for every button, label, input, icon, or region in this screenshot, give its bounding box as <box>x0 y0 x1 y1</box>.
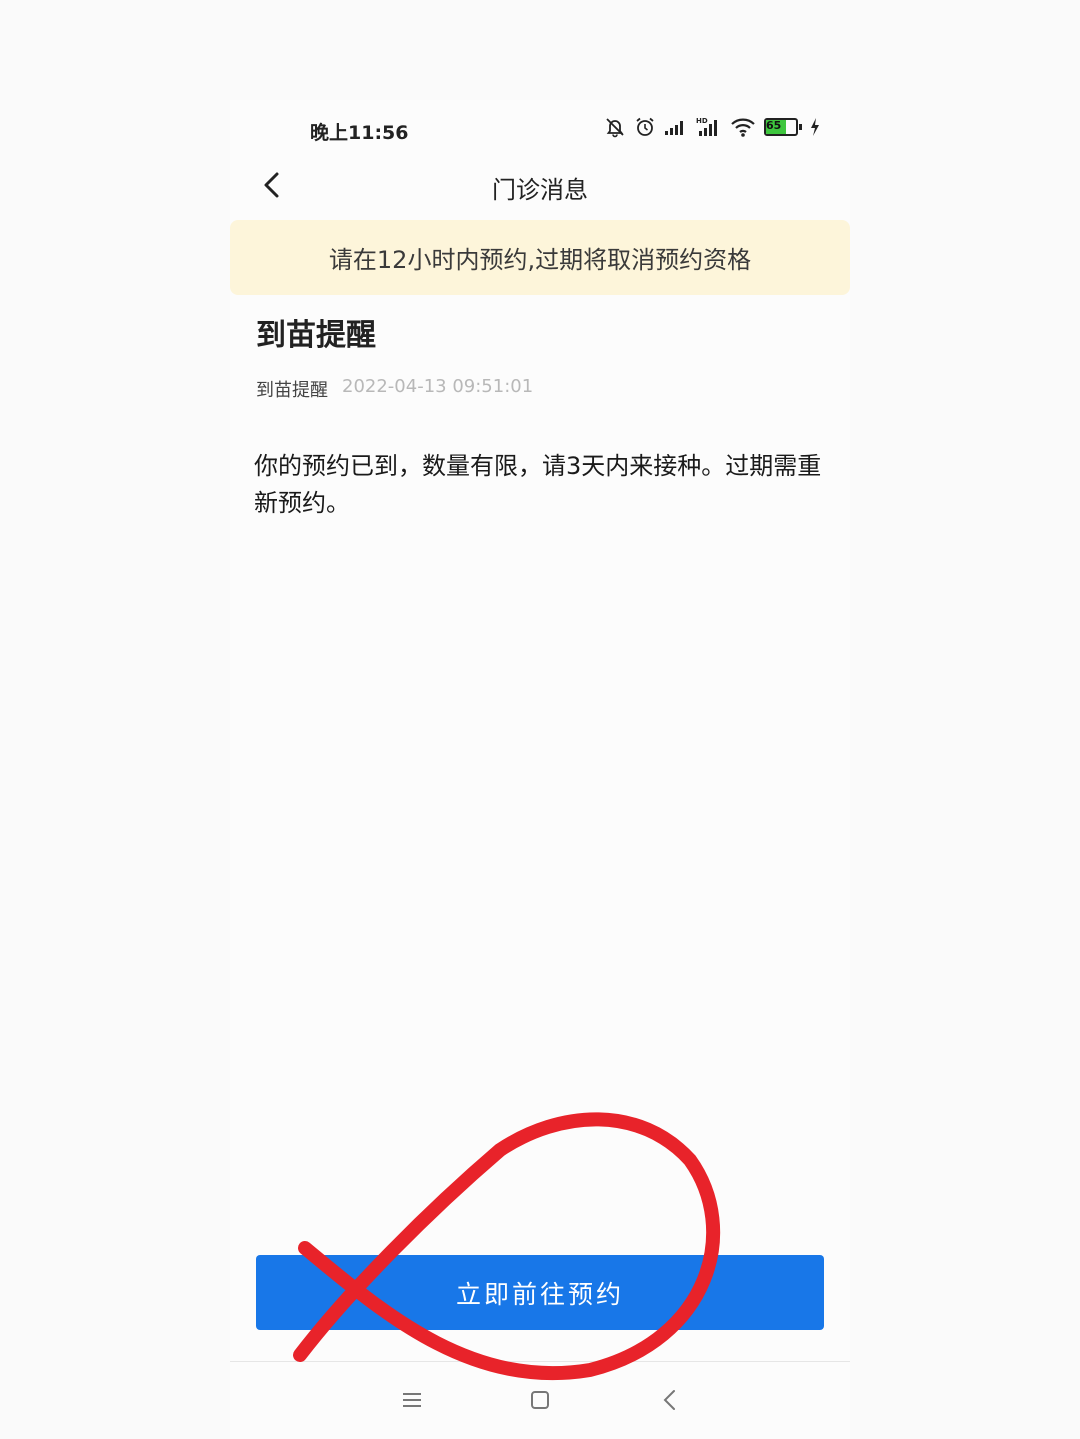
back-arrow-icon <box>663 1390 675 1410</box>
bell-off-icon <box>604 116 626 138</box>
wifi-icon <box>730 116 756 138</box>
alarm-icon <box>634 116 656 138</box>
system-nav-bar <box>230 1380 850 1420</box>
message-body: 你的预约已到，数量有限，请3天内来接种。过期需重新预约。 <box>254 452 822 517</box>
notice-banner: 请在12小时内预约,过期将取消预约资格 <box>230 220 850 295</box>
charging-icon <box>810 118 820 136</box>
status-time: 晚上11:56 <box>310 122 409 144</box>
signal-icon <box>664 117 688 137</box>
page-title: 门诊消息 <box>492 176 588 204</box>
message-title: 到苗提醒 <box>256 318 376 353</box>
message-timestamp: 2022-04-13 09:51:01 <box>342 376 534 397</box>
menu-icon <box>403 1393 421 1407</box>
home-square-icon <box>531 1391 549 1409</box>
battery-icon: 65 <box>764 118 802 136</box>
status-bar: 晚上11:56 HD 65 <box>230 110 850 150</box>
nav-bar: 门诊消息 <box>230 160 850 210</box>
system-back-button[interactable] <box>656 1386 684 1414</box>
book-now-button[interactable]: 立即前往预约 <box>256 1255 824 1330</box>
home-button[interactable] <box>526 1386 554 1414</box>
svg-text:HD: HD <box>696 117 708 125</box>
menu-button[interactable] <box>398 1386 426 1414</box>
hd-signal-icon: HD <box>696 116 722 138</box>
divider <box>230 1361 850 1362</box>
message-meta: 到苗提醒 2022-04-13 09:51:01 <box>256 376 533 402</box>
message-sender: 到苗提醒 <box>256 380 328 401</box>
app-screen: 晚上11:56 HD 65 门诊消息 请在12小时内预约,过期将取消预约资格 到… <box>230 100 850 1439</box>
battery-level: 65 <box>766 119 782 132</box>
status-icons: HD 65 <box>604 116 820 138</box>
